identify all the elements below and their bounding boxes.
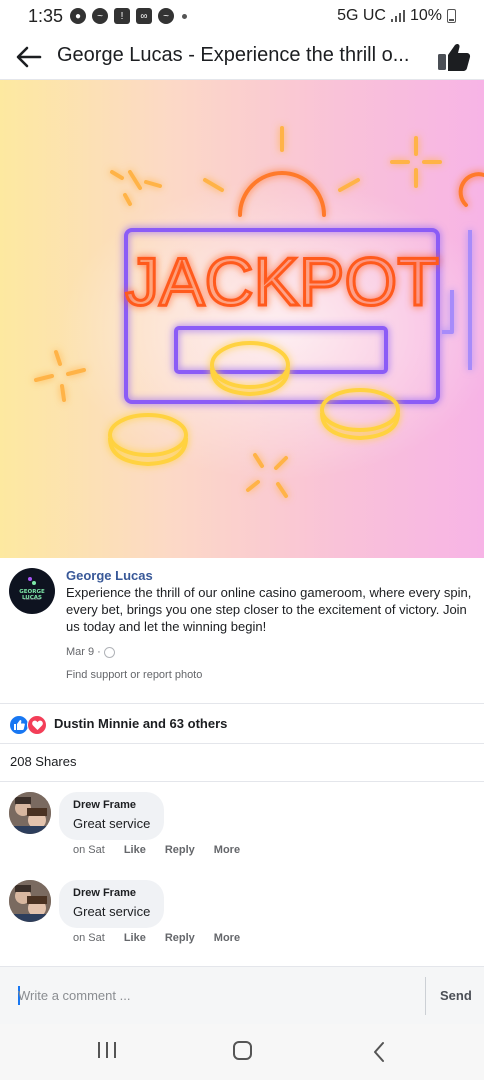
arrow-left-icon [16, 46, 42, 68]
comment-like-button[interactable]: Like [124, 932, 146, 944]
comment-bubble[interactable]: Drew Frame Great service [59, 880, 165, 928]
page-avatar[interactable]: GEORGE LUCAS PLAYROOM [9, 568, 55, 614]
post-author[interactable]: George Lucas [66, 568, 153, 583]
home-button[interactable] [233, 1041, 252, 1060]
comment-reply-button[interactable]: Reply [165, 844, 195, 856]
back-button[interactable] [12, 40, 46, 74]
chat-icon: ● [70, 8, 86, 24]
voicemail-icon: ∞ [136, 8, 152, 24]
comment-like-button[interactable]: Like [124, 844, 146, 856]
comment-reply-button[interactable]: Reply [165, 932, 195, 944]
post-caption: Experience the thrill of our online casi… [66, 585, 472, 634]
comment-actions: on Sat Like Reply More [73, 932, 240, 944]
comment-more-button[interactable]: More [214, 932, 240, 944]
composer-divider [425, 977, 426, 1015]
commenter-name[interactable]: Drew Frame [73, 886, 150, 900]
send-button[interactable]: Send [440, 988, 472, 1003]
shares-count: 208 Shares [10, 754, 77, 769]
comment-text: Great service [73, 816, 151, 831]
messenger-icon-2: ~ [158, 8, 174, 24]
comment-more-button[interactable]: More [214, 844, 240, 856]
commenter-name[interactable]: Drew Frame [73, 798, 150, 812]
reactions-summary: Dustin Minnie and 63 others [54, 716, 228, 731]
post-meta: Mar 9 · [66, 646, 115, 658]
shares-row[interactable]: 208 Shares [0, 744, 484, 782]
network-label: 5G UC [337, 7, 386, 24]
dice-icon [28, 577, 36, 585]
meta-separator: · [97, 646, 101, 658]
status-right: 5G UC 10% [337, 7, 456, 25]
battery-icon [447, 9, 456, 23]
top-app-bar: George Lucas - Experience the thrill o..… [0, 34, 484, 80]
reaction-icons [9, 715, 49, 735]
find-support-link[interactable]: Find support or report photo [66, 669, 202, 681]
battery-percent: 10% [409, 7, 442, 24]
comment-input[interactable]: Write a comment ... [18, 981, 418, 1011]
comment-item: Drew Frame Great service on Sat Like Rep… [0, 880, 484, 960]
post-photo[interactable]: JACKPOT [0, 80, 484, 558]
comment-text: Great service [73, 904, 151, 919]
avatar-logo-subtext: PLAYROOM [23, 597, 41, 601]
post-date[interactable]: Mar 9 [66, 646, 94, 658]
messenger-icon: ~ [92, 8, 108, 24]
post-details: GEORGE LUCAS PLAYROOM George Lucas Exper… [0, 558, 484, 704]
comment-time: on Sat [73, 932, 105, 944]
comment-composer: Write a comment ... Send [0, 966, 484, 1024]
commenter-avatar[interactable] [9, 880, 51, 922]
globe-icon [103, 646, 115, 658]
like-reaction-icon [9, 715, 29, 735]
chevron-left-icon [374, 1042, 384, 1062]
commenter-avatar[interactable] [9, 792, 51, 834]
comment-bubble[interactable]: Drew Frame Great service [59, 792, 165, 840]
reactions-bar[interactable]: Dustin Minnie and 63 others [0, 704, 484, 744]
jackpot-neon-image: JACKPOT [34, 126, 484, 498]
system-back-button[interactable] [372, 1041, 386, 1068]
comment-item: Drew Frame Great service on Sat Like Rep… [0, 792, 484, 872]
status-time: 1:35 [28, 6, 64, 26]
comment-time: on Sat [73, 844, 105, 856]
more-dot-icon [182, 13, 187, 19]
signal-icon [390, 10, 405, 22]
comment-actions: on Sat Like Reply More [73, 844, 240, 856]
jackpot-text: JACKPOT [125, 244, 439, 320]
like-button[interactable] [436, 39, 472, 75]
thumbs-up-icon [438, 43, 471, 71]
system-nav-bar [0, 1024, 484, 1080]
recent-apps-button[interactable] [98, 1042, 116, 1058]
love-reaction-icon [27, 715, 47, 735]
notification-icons: ● ~ ! ∞ ~ [70, 8, 187, 24]
page-title: George Lucas - Experience the thrill o..… [57, 44, 410, 66]
status-bar: 1:35 ● ~ ! ∞ ~ 5G UC 10% [0, 0, 484, 34]
alert-icon: ! [114, 8, 130, 24]
